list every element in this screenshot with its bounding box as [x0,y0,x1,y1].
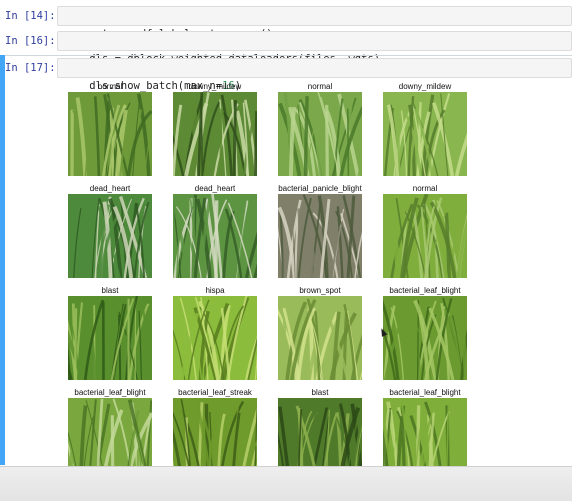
batch-image [383,194,467,278]
batch-image-label: normal [307,82,333,91]
batch-image-label: bacterial_leaf_streak [178,388,252,397]
batch-image [173,296,257,380]
batch-image-label: downy_mildew [398,82,452,91]
batch-image [68,296,152,380]
notebook-bottom-bar [0,466,572,501]
batch-image [278,296,362,380]
batch-image-label: blast [311,388,329,397]
batch-image-label: bacterial_leaf_blight [389,286,461,295]
batch-image [68,194,152,278]
batch-image-label: bacterial_leaf_blight [389,388,461,397]
batch-image-label: normal [412,184,438,193]
batch-output-grid: normal downy_mildew normal downy_mildew dead… [0,0,572,500]
batch-image-label: normal [97,82,123,91]
batch-image-label: bacterial_panicle_blight [278,184,362,193]
batch-image-label: dead_heart [89,184,131,193]
batch-image [68,92,152,176]
batch-image [278,92,362,176]
batch-image-label: bacterial_leaf_blight [74,388,146,397]
batch-image-label: hispa [205,286,225,295]
batch-image-label: downy_mildew [188,82,242,91]
batch-image [383,296,467,380]
batch-image [173,194,257,278]
batch-image [383,92,467,176]
batch-image [173,92,257,176]
batch-image-label: dead_heart [194,184,236,193]
batch-image [278,194,362,278]
batch-image-label: brown_spot [299,286,341,295]
batch-image-label: blast [101,286,119,295]
